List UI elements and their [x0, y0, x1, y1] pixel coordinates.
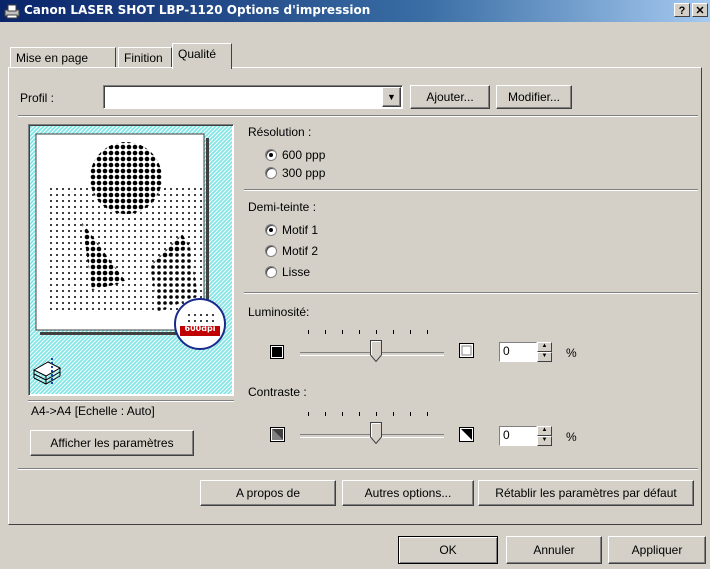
paper-info: A4->A4 [Echelle : Auto] — [31, 404, 155, 418]
resolution-300-radio[interactable]: 300 ppp — [265, 166, 325, 182]
paper-stack-icon — [32, 358, 62, 386]
separator — [244, 189, 698, 191]
halftone-motif2-label: Motif 2 — [282, 244, 319, 258]
tab-finition[interactable]: Finition — [118, 47, 172, 67]
radio-icon[interactable] — [265, 245, 277, 257]
radio-selected-icon[interactable] — [265, 224, 277, 236]
contrast-slider-thumb[interactable] — [370, 422, 382, 444]
dropdown-arrow-icon[interactable]: ▼ — [382, 87, 401, 107]
brightness-value-input[interactable]: 0 — [499, 342, 537, 362]
halftone-lisse-label: Lisse — [282, 265, 311, 279]
ok-button[interactable]: OK — [398, 536, 498, 564]
add-profile-button[interactable]: Ajouter... — [410, 85, 490, 109]
window-title: Canon LASER SHOT LBP-1120 Options d'impr… — [24, 3, 371, 17]
brightness-slider-thumb[interactable] — [370, 340, 382, 362]
show-settings-button[interactable]: Afficher les paramètres — [30, 430, 194, 456]
help-button[interactable]: ? — [674, 3, 690, 17]
separator — [18, 468, 698, 470]
brightness-label: Luminosité: — [248, 305, 310, 319]
contrast-slider[interactable] — [300, 412, 444, 444]
contrast-high-icon — [459, 427, 474, 442]
profile-select[interactable] — [103, 85, 403, 109]
preview-image — [30, 126, 232, 394]
tab-qualite[interactable]: Qualité — [172, 43, 232, 69]
radio-icon[interactable] — [265, 266, 277, 278]
brightness-unit: % — [566, 346, 577, 360]
halftone-motif1-label: Motif 1 — [282, 223, 319, 237]
radio-icon[interactable] — [265, 167, 277, 179]
separator — [244, 292, 698, 294]
brightness-light-icon — [459, 343, 474, 358]
cancel-button[interactable]: Annuler — [506, 536, 602, 564]
halftone-motif2-radio[interactable]: Motif 2 — [265, 244, 318, 260]
contrast-down-icon[interactable]: ▼ — [537, 436, 552, 446]
restore-defaults-button[interactable]: Rétablir les paramètres par défaut — [478, 480, 694, 506]
resolution-600-label: 600 ppp — [282, 148, 326, 162]
separator — [28, 400, 234, 402]
halftone-lisse-radio[interactable]: Lisse — [265, 265, 310, 281]
contrast-low-icon — [270, 427, 285, 442]
resolution-300-label: 300 ppp — [282, 166, 326, 180]
tab-mise-en-page[interactable]: Mise en page — [10, 47, 116, 67]
contrast-up-icon[interactable]: ▲ — [537, 426, 552, 436]
apply-button[interactable]: Appliquer — [608, 536, 706, 564]
profile-label: Profil : — [20, 91, 55, 105]
brightness-dark-icon — [270, 345, 284, 359]
about-button[interactable]: A propos de — [200, 480, 336, 506]
contrast-label: Contraste : — [248, 385, 307, 399]
printer-icon — [4, 4, 20, 19]
halftone-label: Demi-teinte : — [248, 200, 317, 214]
modify-profile-button[interactable]: Modifier... — [496, 85, 572, 109]
separator — [18, 115, 698, 117]
brightness-down-icon[interactable]: ▼ — [537, 352, 552, 362]
brightness-up-icon[interactable]: ▲ — [537, 342, 552, 352]
brightness-slider[interactable] — [300, 330, 444, 362]
more-options-button[interactable]: Autres options... — [342, 480, 474, 506]
contrast-unit: % — [566, 430, 577, 444]
halftone-motif1-radio[interactable]: Motif 1 — [265, 223, 318, 239]
close-button[interactable]: ✕ — [692, 3, 708, 17]
radio-selected-icon[interactable] — [265, 149, 277, 161]
resolution-label: Résolution : — [248, 125, 312, 139]
resolution-600-radio[interactable]: 600 ppp — [265, 148, 325, 164]
resolution-badge: 600dpi — [184, 324, 216, 333]
contrast-value-input[interactable]: 0 — [499, 426, 537, 446]
